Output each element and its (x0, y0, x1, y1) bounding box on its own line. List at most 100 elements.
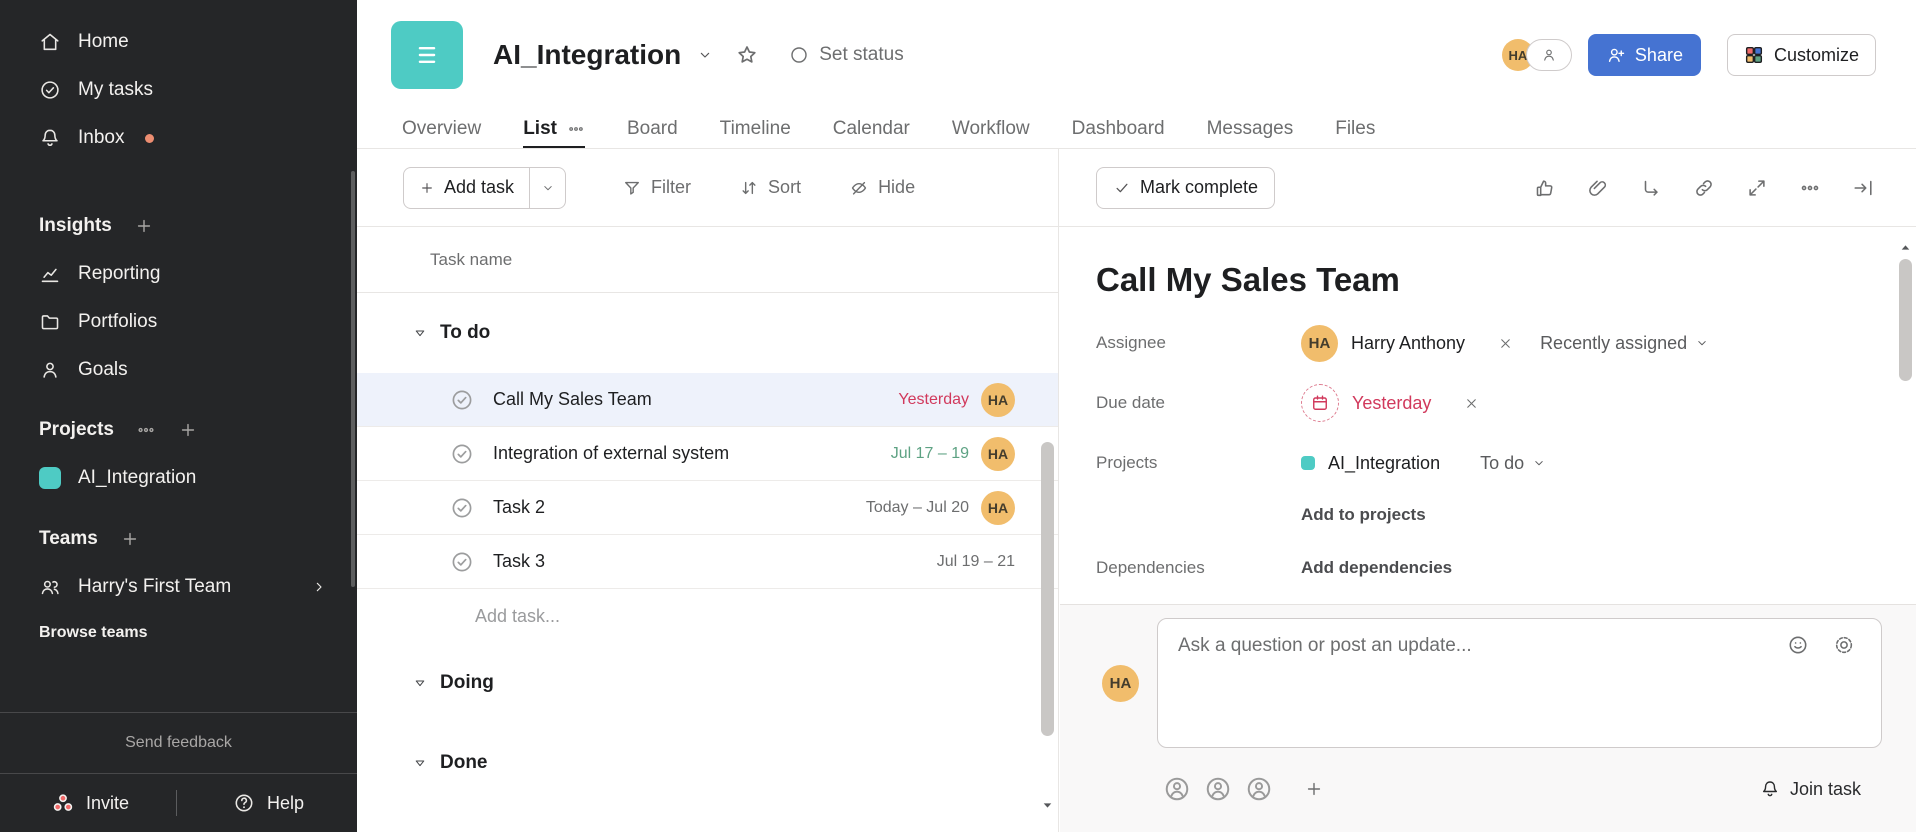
tab-calendar[interactable]: Calendar (833, 110, 910, 148)
task-row[interactable]: Integration of external system Jul 17 – … (357, 427, 1058, 481)
tab-workflow[interactable]: Workflow (952, 110, 1030, 148)
scrollbar-thumb[interactable] (1899, 259, 1912, 381)
customize-button[interactable]: Customize (1727, 34, 1876, 76)
collaborator-icon[interactable] (1163, 775, 1191, 803)
section-todo[interactable]: To do (357, 293, 1058, 373)
add-insight-icon[interactable] (134, 216, 154, 236)
list-scrollbar[interactable] (1041, 442, 1054, 832)
assignee-avatar[interactable]: HA (1301, 325, 1338, 362)
chevron-right-icon[interactable] (311, 579, 327, 595)
calendar-icon[interactable] (1301, 384, 1339, 422)
sidebar-item-reporting[interactable]: Reporting (0, 250, 357, 298)
task-check-icon[interactable] (450, 550, 474, 574)
add-task-dropdown[interactable] (529, 168, 565, 208)
triangle-down-icon[interactable] (413, 676, 427, 690)
tab-dashboard[interactable]: Dashboard (1072, 110, 1165, 148)
tab-messages[interactable]: Messages (1207, 110, 1294, 148)
assignee-name[interactable]: Harry Anthony (1351, 333, 1465, 354)
sidebar-item-goals[interactable]: Goals (0, 346, 357, 394)
tab-overview[interactable]: Overview (402, 110, 481, 148)
help-button[interactable]: Help (233, 792, 304, 814)
sidebar-scrollbar[interactable] (351, 171, 355, 587)
task-detail-title[interactable]: Call My Sales Team (1096, 261, 1876, 299)
add-project-icon[interactable] (178, 420, 198, 440)
section-doing[interactable]: Doing (357, 643, 1058, 723)
member-avatars[interactable]: HA (1502, 39, 1572, 71)
task-row[interactable]: Call My Sales Team Yesterday HA (357, 373, 1058, 427)
scrollbar-thumb[interactable] (1041, 442, 1054, 736)
task-row[interactable]: Task 2 Today – Jul 20 HA (357, 481, 1058, 535)
mark-complete-button[interactable]: Mark complete (1096, 167, 1275, 209)
tab-files[interactable]: Files (1335, 110, 1375, 148)
star-icon[interactable] (735, 43, 759, 67)
task-assignee-avatar[interactable]: HA (981, 491, 1015, 525)
sidebar-item-my-tasks[interactable]: My tasks (0, 66, 357, 114)
hide-button[interactable]: Hide (849, 177, 915, 198)
scroll-up-icon[interactable] (1899, 241, 1912, 254)
task-assignee-avatar[interactable]: HA (981, 383, 1015, 417)
task-check-icon[interactable] (450, 388, 474, 412)
more-options-icon[interactable] (1799, 177, 1821, 199)
set-status-button[interactable]: Set status (789, 44, 904, 66)
subtask-icon[interactable] (1640, 177, 1662, 199)
add-task-button[interactable]: Add task (403, 167, 566, 209)
sidebar-item-inbox[interactable]: Inbox (0, 114, 357, 162)
due-date-value[interactable]: Yesterday (1352, 393, 1431, 414)
collapse-panel-icon[interactable] (1852, 177, 1874, 199)
section-done[interactable]: Done (357, 723, 1058, 803)
comment-input-box[interactable] (1157, 618, 1882, 748)
tab-list[interactable]: List (523, 110, 585, 148)
thumbs-up-icon[interactable] (1534, 177, 1556, 199)
project-icon[interactable] (391, 21, 463, 89)
project-section-dropdown[interactable]: To do (1480, 453, 1546, 474)
triangle-down-icon[interactable] (413, 326, 427, 340)
sidebar-section-teams[interactable]: Teams (0, 515, 357, 563)
add-task-label: Add task (444, 177, 514, 198)
browse-teams-link[interactable]: Browse teams (0, 615, 357, 651)
filter-button[interactable]: Filter (622, 177, 691, 198)
remove-due-date-icon[interactable] (1464, 396, 1479, 411)
column-header-task-name[interactable]: Task name (357, 227, 1058, 293)
join-task-button[interactable]: Join task (1760, 779, 1861, 800)
emoji-icon[interactable] (1787, 634, 1809, 656)
detail-scrollbar[interactable] (1899, 149, 1912, 604)
sidebar-section-projects[interactable]: Projects (0, 406, 357, 454)
scroll-down-icon[interactable] (1041, 799, 1054, 812)
tab-board[interactable]: Board (627, 110, 678, 148)
attachment-icon[interactable] (1587, 177, 1609, 199)
chevron-down-icon[interactable] (697, 47, 713, 63)
detail-project-name[interactable]: AI_Integration (1328, 453, 1440, 474)
expand-icon[interactable] (1746, 177, 1768, 199)
sort-button[interactable]: Sort (739, 177, 801, 198)
tab-options-icon[interactable] (567, 120, 585, 138)
tab-timeline[interactable]: Timeline (720, 110, 791, 148)
remove-assignee-icon[interactable] (1498, 336, 1513, 351)
add-collaborator-icon[interactable] (1304, 779, 1324, 799)
link-icon[interactable] (1693, 177, 1715, 199)
task-row[interactable]: Task 3 Jul 19 – 21 (357, 535, 1058, 589)
triangle-down-icon[interactable] (413, 756, 427, 770)
sticker-icon[interactable] (1833, 634, 1855, 656)
comment-input[interactable] (1158, 619, 1881, 747)
assignee-section-dropdown[interactable]: Recently assigned (1540, 333, 1709, 354)
sidebar-item-home[interactable]: Home (0, 18, 357, 66)
collaborator-icon[interactable] (1204, 775, 1232, 803)
task-check-icon[interactable] (450, 496, 474, 520)
add-dependencies-link[interactable]: Add dependencies (1301, 558, 1452, 578)
task-assignee-avatar[interactable]: HA (981, 437, 1015, 471)
collaborator-icon[interactable] (1245, 775, 1273, 803)
task-check-icon[interactable] (450, 442, 474, 466)
add-task-inline[interactable]: Add task... (357, 589, 1058, 643)
sidebar-item-project-ai-integration[interactable]: AI_Integration (0, 454, 357, 502)
invite-member-button[interactable] (1526, 39, 1572, 71)
add-team-icon[interactable] (120, 529, 140, 549)
projects-more-icon[interactable] (136, 420, 156, 440)
sidebar-section-insights[interactable]: Insights (0, 202, 357, 250)
share-button[interactable]: Share (1588, 34, 1701, 76)
invite-button[interactable]: Invite (52, 792, 129, 814)
sidebar-item-team[interactable]: Harry's First Team (0, 563, 357, 611)
project-title: AI_Integration (493, 39, 681, 71)
sidebar-item-portfolios[interactable]: Portfolios (0, 298, 357, 346)
send-feedback-link[interactable]: Send feedback (0, 713, 357, 773)
add-to-projects-link[interactable]: Add to projects (1301, 505, 1426, 525)
